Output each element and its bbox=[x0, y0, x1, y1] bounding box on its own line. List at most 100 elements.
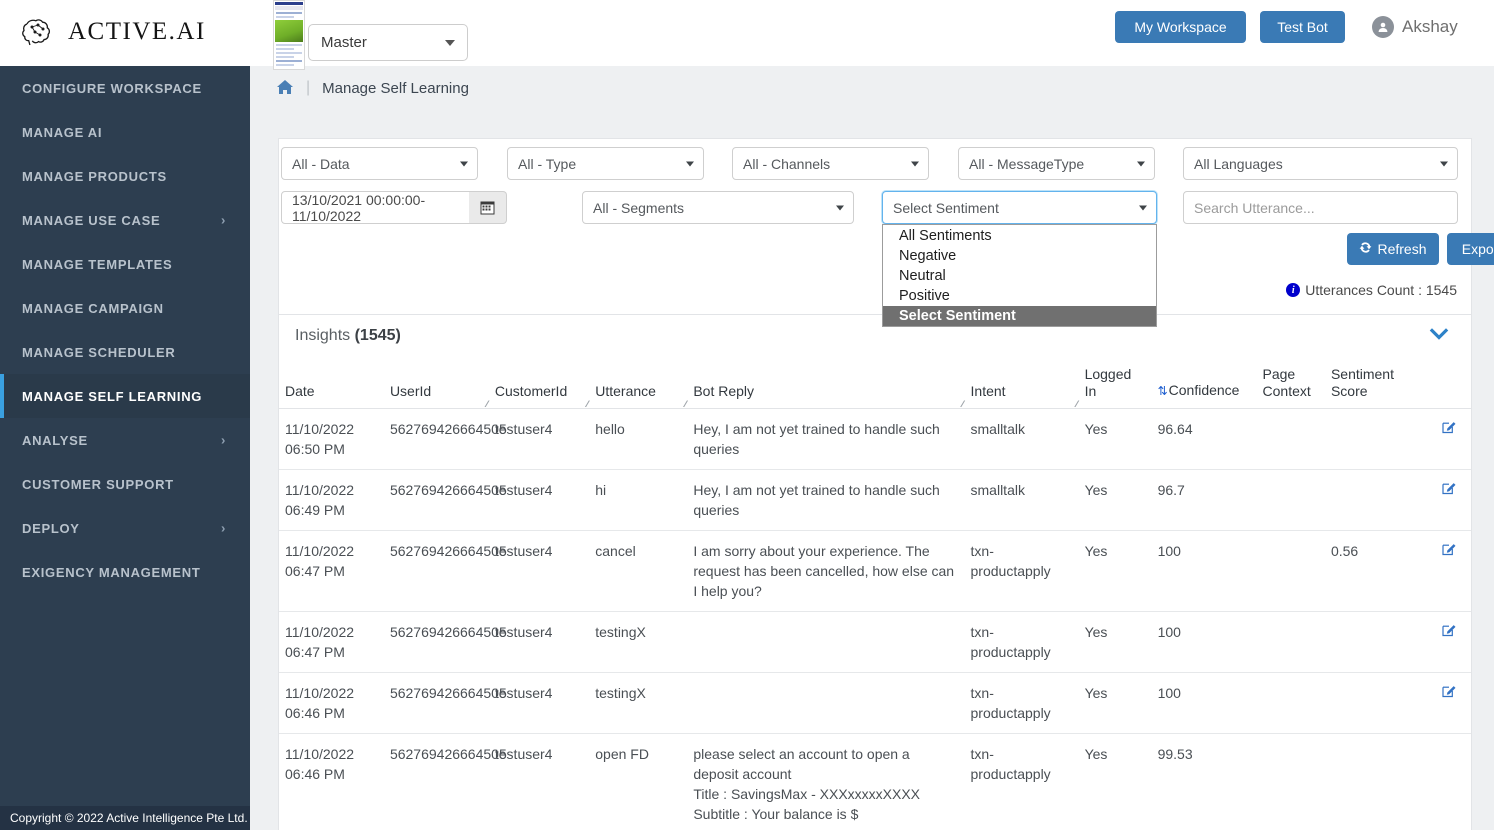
sentiment-option-select-sentiment[interactable]: Select Sentiment bbox=[883, 306, 1156, 326]
brand: ACTIVE.AI bbox=[18, 12, 206, 52]
column-header-logged-in[interactable]: Logged In bbox=[1078, 356, 1152, 409]
column-header-sentiment-score[interactable]: Sentiment Score bbox=[1324, 356, 1408, 409]
insights-header: Insights (1545) bbox=[279, 314, 1471, 356]
cell-intent: txn-productapply bbox=[970, 746, 1051, 782]
column-header-customerid[interactable]: CustomerId bbox=[488, 356, 590, 409]
column-header-confidence[interactable]: ⇅Confidence bbox=[1151, 356, 1257, 409]
cell-date: 11/10/2022 06:49 PM bbox=[279, 469, 384, 531]
sentiment-option-neutral[interactable]: Neutral bbox=[883, 266, 1156, 286]
sidebar-item-manage-self-learning[interactable]: MANAGE SELF LEARNING bbox=[0, 374, 250, 418]
export-button[interactable]: Export bbox=[1447, 233, 1494, 265]
edit-icon[interactable] bbox=[1442, 543, 1457, 560]
cell-userid: 562769426664505 bbox=[383, 530, 507, 612]
sentiment-option-positive[interactable]: Positive bbox=[883, 286, 1156, 306]
cell-actions bbox=[1407, 469, 1471, 531]
table-row[interactable]: 11/10/2022 06:46 PM 562769426664505 test… bbox=[279, 734, 1471, 830]
filter-languages-dropdown[interactable]: All Languages bbox=[1183, 147, 1458, 180]
cell-logged-in: Yes bbox=[1078, 672, 1152, 734]
cell-customerid: testuser4 bbox=[488, 672, 590, 734]
sidebar-item-label: MANAGE USE CASE bbox=[22, 212, 161, 228]
cell-logged-in: Yes bbox=[1078, 469, 1152, 531]
refresh-label: Refresh bbox=[1377, 241, 1427, 257]
sidebar-item-label: DEPLOY bbox=[22, 520, 80, 536]
bot-selector-dropdown[interactable]: Master bbox=[308, 24, 468, 61]
cell-date: 11/10/2022 06:47 PM bbox=[279, 611, 384, 673]
my-workspace-button[interactable]: My Workspace bbox=[1115, 11, 1246, 43]
cell-utterance: testingX bbox=[589, 611, 688, 673]
filter-segments-value: All - Segments bbox=[593, 199, 685, 216]
home-icon[interactable] bbox=[276, 79, 294, 98]
search-utterance-input[interactable] bbox=[1183, 191, 1458, 224]
filter-type-dropdown[interactable]: All - Type bbox=[507, 147, 704, 180]
user-menu[interactable]: Akshay bbox=[1372, 16, 1458, 38]
cell-userid: 562769426664505 bbox=[383, 469, 507, 531]
filter-segments-dropdown[interactable]: All - Segments bbox=[582, 191, 854, 224]
cell-confidence: 96.64 bbox=[1151, 408, 1257, 470]
cell-intent: txn-productapply bbox=[964, 672, 1079, 734]
sidebar-item-customer-support[interactable]: CUSTOMER SUPPORT bbox=[0, 462, 250, 506]
sidebar-item-manage-use-case[interactable]: MANAGE USE CASE › bbox=[0, 198, 250, 242]
table-row[interactable]: 11/10/2022 06:46 PM 562769426664505 test… bbox=[279, 672, 1471, 734]
cell-userid: 562769426664505 bbox=[389, 746, 507, 762]
sentiment-option-all-sentiments[interactable]: All Sentiments bbox=[883, 226, 1156, 246]
sidebar-item-configure-workspace[interactable]: CONFIGURE WORKSPACE bbox=[0, 66, 250, 110]
chevron-down-icon[interactable] bbox=[1429, 325, 1449, 346]
chevron-right-icon: › bbox=[220, 520, 226, 536]
cell-userid: 562769426664505 bbox=[383, 611, 507, 673]
refresh-button[interactable]: Refresh bbox=[1347, 233, 1439, 265]
sentiment-option-negative[interactable]: Negative bbox=[883, 246, 1156, 266]
sidebar-item-manage-products[interactable]: MANAGE PRODUCTS bbox=[0, 154, 250, 198]
sentiment-options-list[interactable]: All Sentiments Negative Neutral Positive… bbox=[882, 224, 1157, 327]
filter-sentiment-value: Select Sentiment bbox=[893, 199, 999, 216]
sidebar-item-exigency-management[interactable]: EXIGENCY MANAGEMENT bbox=[0, 550, 250, 594]
filter-message-type-dropdown[interactable]: All - MessageType bbox=[958, 147, 1155, 180]
filter-channels-value: All - Channels bbox=[743, 155, 831, 172]
table-row[interactable]: 11/10/2022 06:47 PM 562769426664505 test… bbox=[279, 611, 1471, 673]
cell-intent: smalltalk bbox=[964, 469, 1079, 531]
sidebar-item-manage-scheduler[interactable]: MANAGE SCHEDULER bbox=[0, 330, 250, 374]
sidebar-item-deploy[interactable]: DEPLOY › bbox=[0, 506, 250, 550]
sidebar-item-manage-campaign[interactable]: MANAGE CAMPAIGN bbox=[0, 286, 250, 330]
column-header-actions bbox=[1407, 356, 1471, 409]
edit-icon[interactable] bbox=[1442, 624, 1457, 641]
edit-icon[interactable] bbox=[1442, 685, 1457, 702]
cell-date: 11/10/2022 06:46 PM bbox=[279, 672, 384, 734]
filter-toolbar: All - Data All - Type All - Channels All… bbox=[279, 139, 1494, 327]
info-icon: i bbox=[1286, 283, 1301, 297]
cell-sentiment-score bbox=[1324, 672, 1408, 734]
filter-data-dropdown[interactable]: All - Data bbox=[281, 147, 478, 180]
table-row[interactable]: 11/10/2022 06:50 PM 562769426664505 test… bbox=[279, 408, 1471, 470]
bot-selector-value: Master bbox=[321, 34, 367, 51]
edit-icon[interactable] bbox=[1442, 421, 1457, 438]
table-row[interactable]: 11/10/2022 06:47 PM 562769426664505 test… bbox=[279, 530, 1471, 612]
column-header-date[interactable]: Date bbox=[279, 356, 384, 409]
cell-sentiment-score bbox=[1324, 408, 1408, 470]
edit-icon[interactable] bbox=[1442, 482, 1457, 499]
chevron-down-icon bbox=[1440, 161, 1448, 166]
test-bot-button[interactable]: Test Bot bbox=[1260, 11, 1345, 43]
cell-page-context bbox=[1257, 734, 1325, 830]
cell-actions bbox=[1407, 408, 1471, 470]
sidebar-item-label: MANAGE SELF LEARNING bbox=[22, 388, 203, 404]
cell-logged-in: Yes bbox=[1078, 611, 1152, 673]
cell-intent: smalltalk bbox=[964, 408, 1079, 470]
filter-sentiment-dropdown[interactable]: Select Sentiment bbox=[882, 191, 1157, 224]
sidebar-item-manage-templates[interactable]: MANAGE TEMPLATES bbox=[0, 242, 250, 286]
column-header-utterance[interactable]: Utterance bbox=[589, 356, 688, 409]
sidebar-item-manage-ai[interactable]: MANAGE AI bbox=[0, 110, 250, 154]
date-range-input[interactable]: 13/10/2021 00:00:00-11/10/2022 bbox=[281, 191, 489, 224]
column-header-userid[interactable]: UserId bbox=[383, 356, 489, 409]
table-row[interactable]: 11/10/2022 06:49 PM 562769426664505 test… bbox=[279, 469, 1471, 531]
cell-sentiment-score bbox=[1324, 611, 1408, 673]
insights-table: Date UserId CustomerId Utterance Bot Rep… bbox=[279, 356, 1471, 830]
column-header-bot-reply[interactable]: Bot Reply bbox=[687, 356, 965, 409]
column-header-intent[interactable]: Intent bbox=[964, 356, 1079, 409]
calendar-icon[interactable] bbox=[469, 191, 507, 224]
sidebar-item-analyse[interactable]: ANALYSE › bbox=[0, 418, 250, 462]
column-header-page-context[interactable]: Page Context bbox=[1256, 356, 1325, 409]
filter-channels-dropdown[interactable]: All - Channels bbox=[732, 147, 929, 180]
cell-confidence: 99.53 bbox=[1157, 746, 1193, 762]
cell-customerid: testuser4 bbox=[488, 408, 590, 470]
cell-intent: txn-productapply bbox=[964, 611, 1079, 673]
cell-confidence: 100 bbox=[1151, 611, 1257, 673]
